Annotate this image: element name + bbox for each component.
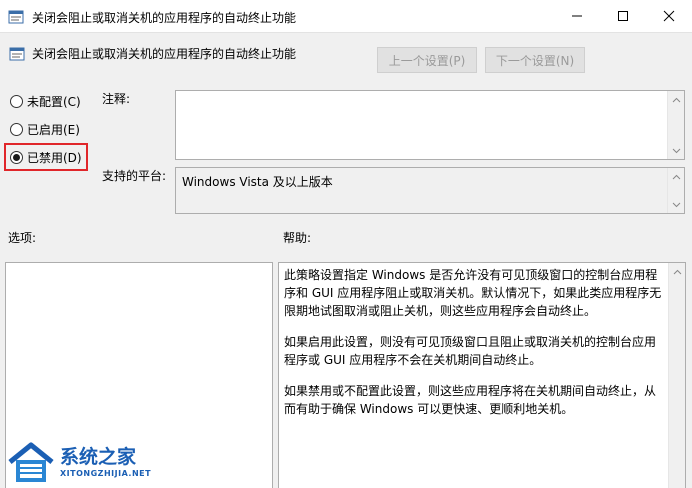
policy-icon xyxy=(9,47,25,61)
maximize-button[interactable] xyxy=(600,0,646,32)
help-section-label: 帮助: xyxy=(283,231,312,245)
scroll-down-icon[interactable] xyxy=(668,142,685,159)
close-button[interactable] xyxy=(646,0,692,32)
minimize-button[interactable] xyxy=(554,0,600,32)
watermark-name: 系统之家 xyxy=(60,446,137,468)
options-section-label: 选项: xyxy=(8,231,37,245)
help-scrollbar[interactable] xyxy=(668,263,685,488)
scroll-up-icon[interactable] xyxy=(669,263,686,280)
policy-settings-icon xyxy=(8,10,24,24)
help-pane: 此策略设置指定 Windows 是否允许没有可见顶级窗口的控制台应用程序和 GU… xyxy=(278,262,686,488)
maximize-icon xyxy=(618,11,628,21)
window-title: 关闭会阻止或取消关机的应用程序的自动终止功能 xyxy=(32,11,297,25)
radio-enabled[interactable]: 已启用(E) xyxy=(10,119,80,139)
close-icon xyxy=(663,10,675,22)
policy-title: 关闭会阻止或取消关机的应用程序的自动终止功能 xyxy=(32,47,297,61)
radio-label: 已禁用(D) xyxy=(27,150,82,165)
scroll-up-icon[interactable] xyxy=(668,91,685,108)
platform-label: 支持的平台: xyxy=(102,169,167,183)
next-setting-button[interactable]: 下一个设置(N) xyxy=(485,47,585,73)
radio-label: 未配置(C) xyxy=(27,94,81,109)
title-bar: 关闭会阻止或取消关机的应用程序的自动终止功能 xyxy=(0,0,692,33)
comment-scrollbar[interactable] xyxy=(667,91,684,159)
help-text: 此策略设置指定 Windows 是否允许没有可见顶级窗口的控制台应用程序和 GU… xyxy=(284,266,663,431)
platform-value: Windows Vista 及以上版本 xyxy=(182,175,333,189)
watermark-logo: 系统之家 XITONGZHIJIA.NET xyxy=(6,440,166,486)
scroll-up-icon[interactable] xyxy=(668,168,685,185)
radio-circle[interactable] xyxy=(10,94,23,108)
radio-disabled[interactable]: 已禁用(D) xyxy=(10,147,82,167)
platform-box: Windows Vista 及以上版本 xyxy=(175,167,685,214)
comment-textarea[interactable] xyxy=(175,90,685,160)
radio-not-configured[interactable]: 未配置(C) xyxy=(10,91,81,111)
comment-label: 注释: xyxy=(102,92,131,106)
help-paragraph: 此策略设置指定 Windows 是否允许没有可见顶级窗口的控制台应用程序和 GU… xyxy=(284,268,662,318)
radio-circle[interactable] xyxy=(10,122,23,136)
radio-label: 已启用(E) xyxy=(27,122,80,137)
platform-scrollbar[interactable] xyxy=(667,168,684,213)
watermark-url: XITONGZHIJIA.NET xyxy=(60,469,152,478)
scroll-down-icon[interactable] xyxy=(668,196,685,213)
help-paragraph: 如果禁用或不配置此设置，则这些应用程序将在关机期间自动终止，从而有助于确保 Wi… xyxy=(284,384,657,416)
minimize-icon xyxy=(572,15,582,17)
previous-setting-button[interactable]: 上一个设置(P) xyxy=(377,47,477,73)
radio-circle-selected[interactable] xyxy=(10,150,23,164)
house-logo-icon xyxy=(8,442,54,482)
help-paragraph: 如果启用此设置，则没有可见顶级窗口且阻止或取消关机的控制台应用程序或 GUI 应… xyxy=(284,335,657,367)
